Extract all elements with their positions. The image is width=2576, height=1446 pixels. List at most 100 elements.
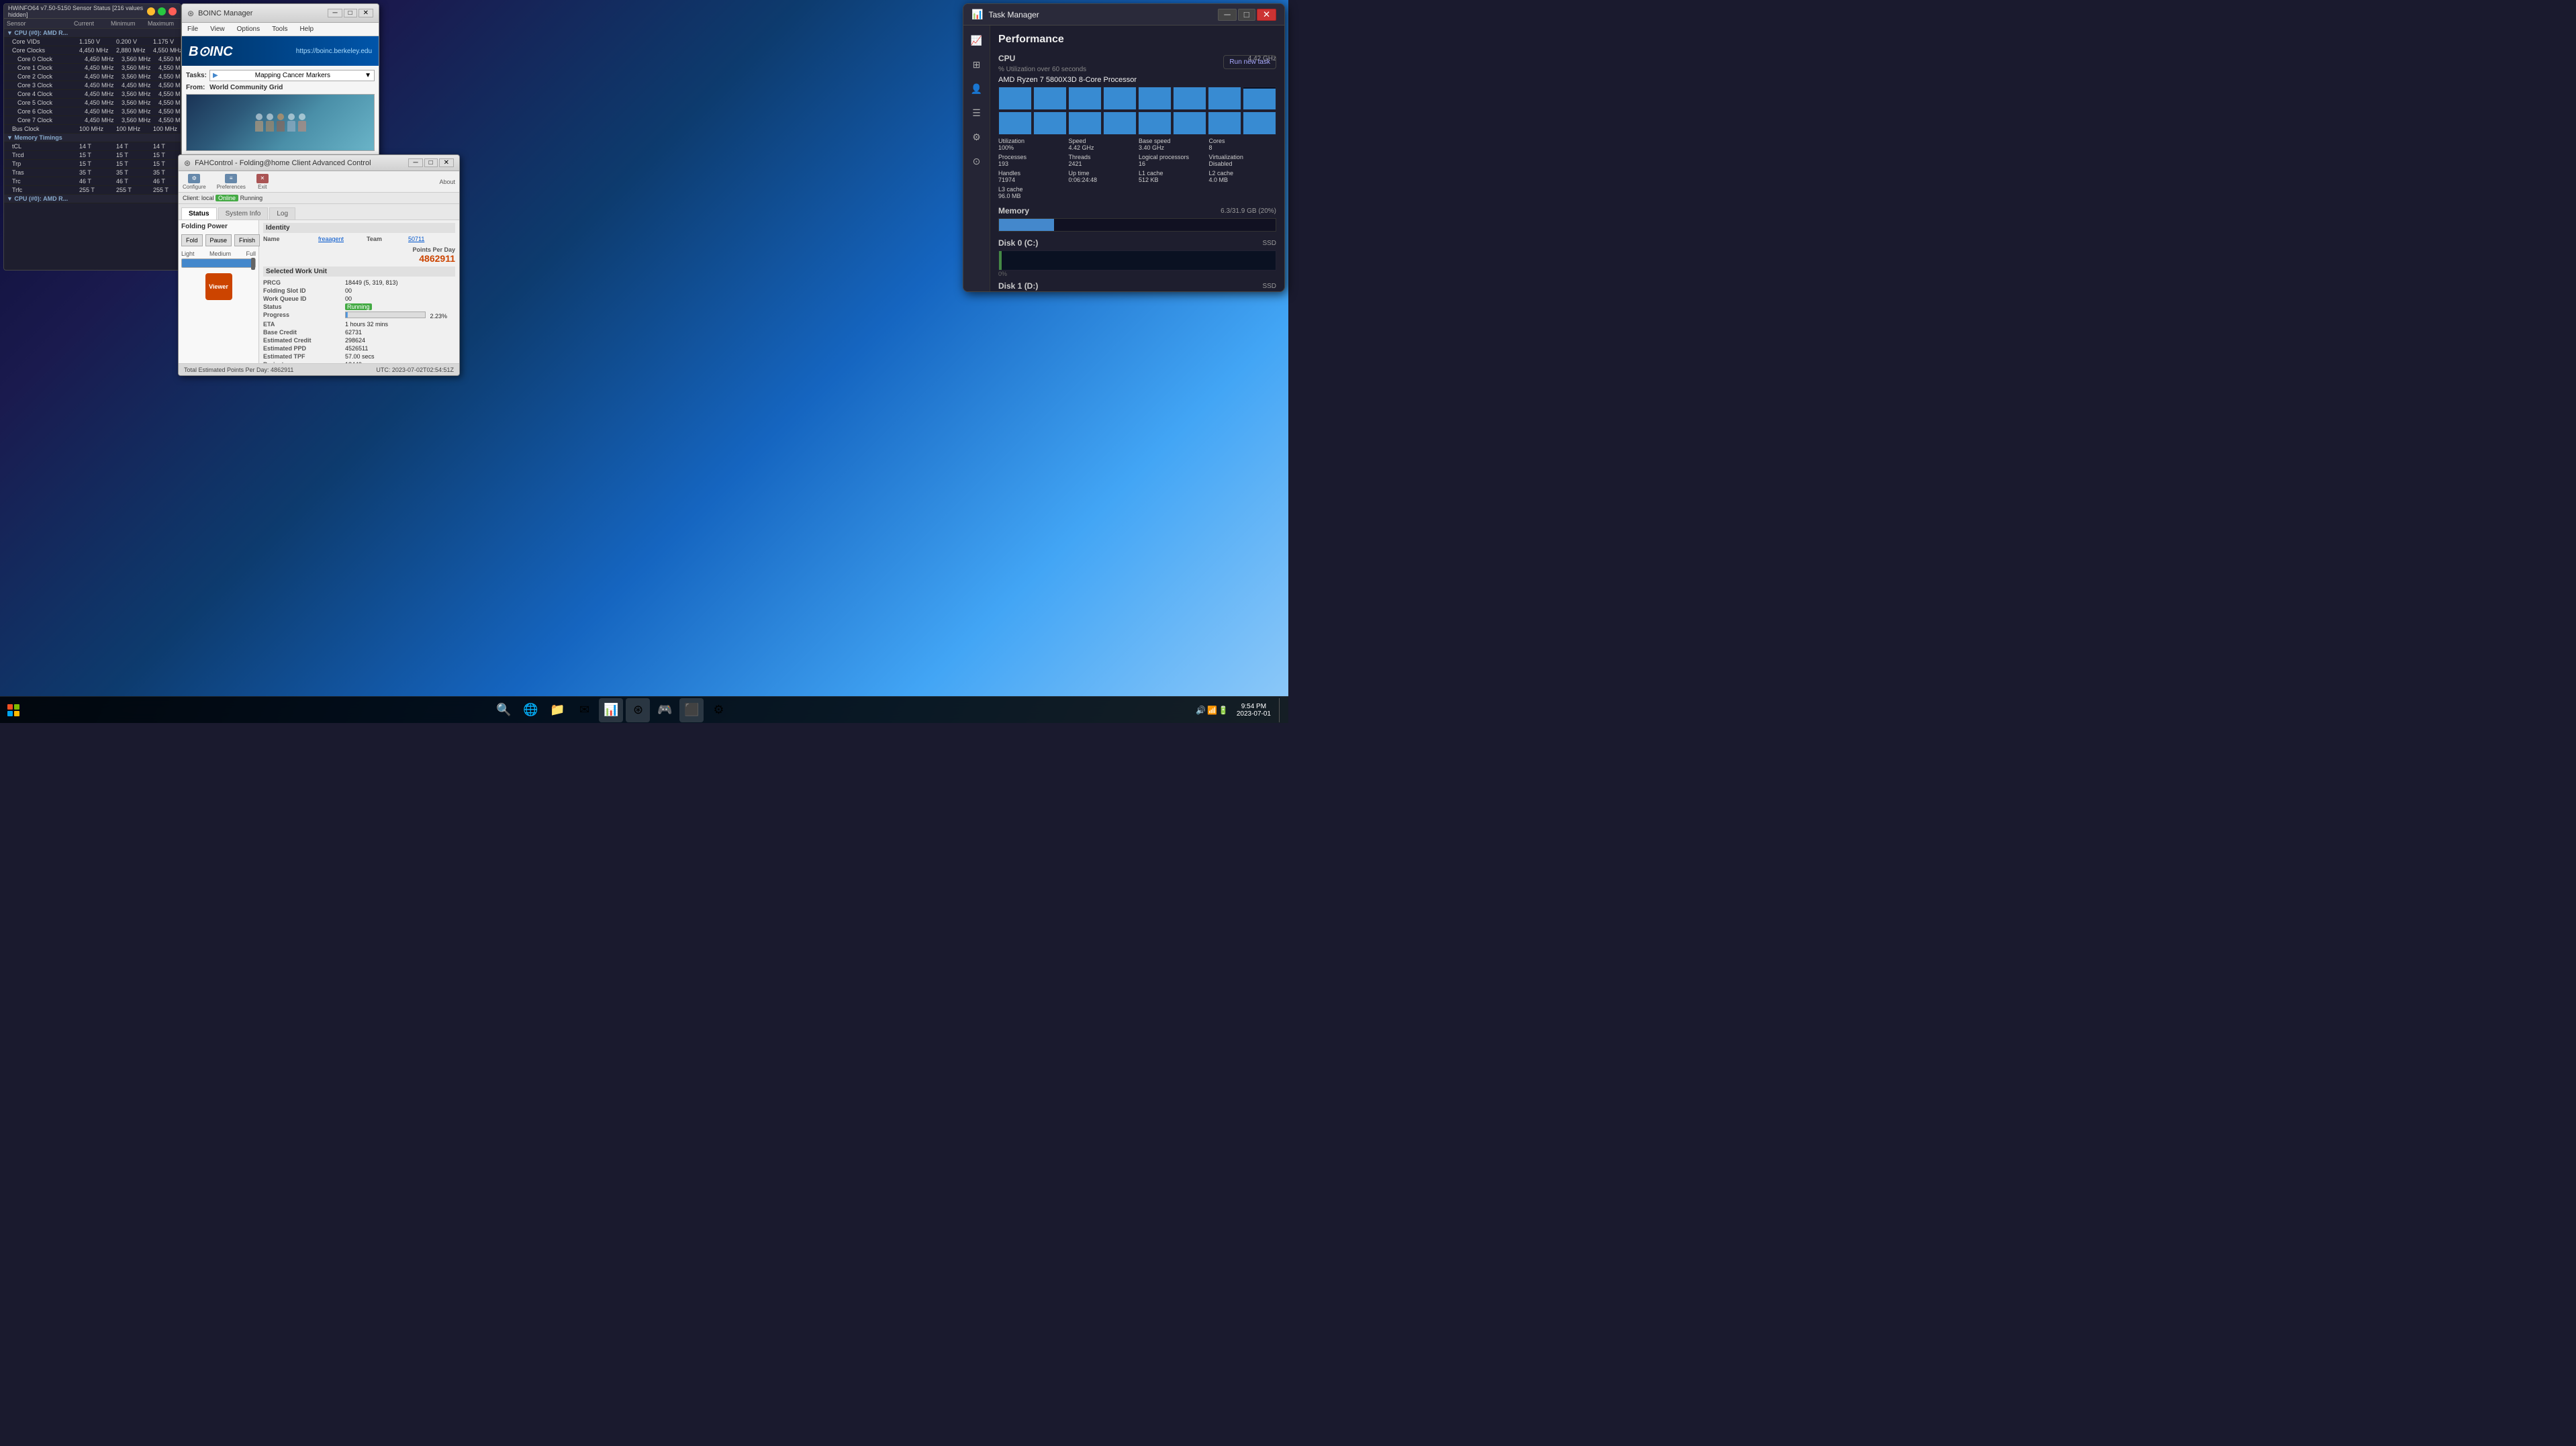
tm-icon-services[interactable]: ⚙ — [967, 128, 986, 146]
col-minimum: Minimum — [111, 20, 148, 27]
work-queue-value: 00 — [345, 295, 455, 302]
taskbar-settings-btn[interactable]: ⚙ — [706, 698, 730, 722]
taskmgr-maximize-btn[interactable]: □ — [1238, 9, 1255, 21]
disk0-label: Disk 0 (C:) — [998, 238, 1038, 248]
power-slider[interactable] — [181, 258, 256, 268]
taskbar-mail-btn[interactable]: ✉ — [572, 698, 596, 722]
taskbar-files-btn[interactable]: 📁 — [545, 698, 569, 722]
taskmgr-sidebar: 📈 ⊞ 👤 ☰ ⚙ ⊙ — [963, 26, 990, 291]
fah-client-info: Client: local — [183, 195, 216, 201]
task-dropdown[interactable]: ▶ Mapping Cancer Markers ▼ — [209, 70, 375, 81]
memory-bar — [998, 218, 1276, 232]
tray-icon-3[interactable]: 🔋 — [1219, 706, 1229, 715]
fah-preferences-btn[interactable]: ≡ Preferences — [217, 174, 246, 190]
taskbar-browser-btn[interactable]: 🌐 — [518, 698, 542, 722]
cpu-perf-item: CPU 4.42 GHz % Utilization over 60 secon… — [998, 54, 1276, 199]
boinc-menu-file[interactable]: File — [185, 26, 201, 33]
fah-title: FAHControl - Folding@home Client Advance… — [195, 159, 371, 167]
fah-points-status: Total Estimated Points Per Day: 4862911 — [184, 367, 293, 373]
power-slider-labels: Light Medium Full — [181, 250, 256, 257]
core2-clock-row: Core 2 Clock 4,450 MHz3,560 MHz4,550 MHz — [4, 73, 181, 81]
cpu-name: AMD Ryzen 7 5800X3D 8-Core Processor — [998, 76, 1276, 84]
fah-window: ⊛ FAHControl - Folding@home Client Advan… — [178, 154, 460, 376]
hwinfo-window: HWiNFO64 v7.50-5150 Sensor Status [216 v… — [3, 3, 181, 271]
hwinfo-maximize-btn[interactable] — [158, 7, 166, 15]
fah-titlebar[interactable]: ⊛ FAHControl - Folding@home Client Advan… — [179, 155, 459, 171]
hwinfo-titlebar[interactable]: HWiNFO64 v7.50-5150 Sensor Status [216 v… — [4, 4, 181, 19]
wu-status-label: Status — [263, 303, 344, 310]
tm-icon-users[interactable]: 👤 — [967, 79, 986, 98]
boinc-minimize-btn[interactable]: ─ — [328, 9, 342, 17]
fah-tab-log[interactable]: Log — [269, 207, 295, 220]
work-queue-label: Work Queue ID — [263, 295, 344, 302]
fold-btn[interactable]: Fold — [181, 234, 203, 246]
fah-maximize-btn[interactable]: □ — [424, 158, 438, 167]
fah-tab-system-info[interactable]: System Info — [218, 207, 269, 220]
boinc-close-btn[interactable]: ✕ — [359, 9, 373, 17]
hwinfo-minimize-btn[interactable] — [147, 7, 155, 15]
boinc-menu-view[interactable]: View — [207, 26, 228, 33]
tray-icon-2[interactable]: 📶 — [1207, 706, 1217, 715]
power-slider-handle[interactable] — [251, 258, 255, 270]
tm-icon-apps[interactable]: ⊞ — [967, 55, 986, 74]
boinc-menubar: File View Options Tools Help — [182, 23, 379, 36]
boinc-menu-help[interactable]: Help — [297, 26, 316, 33]
bus-clock-row: Bus Clock 100 MHz100 MHz100 MHz — [4, 125, 181, 134]
finish-btn[interactable]: Finish — [234, 234, 260, 246]
taskbar-hwinfo-btn[interactable]: 📊 — [599, 698, 623, 722]
tm-icon-settings[interactable]: ⊙ — [967, 152, 986, 171]
cpu-handles-detail: Handles71974 — [998, 170, 1066, 183]
taskbar[interactable]: 🔍 🌐 📁 ✉ 📊 ⊛ 🎮 ⬛ ⚙ 🔊 📶 🔋 9:54 PM 2023-07-… — [0, 696, 1288, 723]
est-credit-value: 298624 — [345, 337, 455, 344]
fah-close-btn[interactable]: ✕ — [439, 158, 454, 167]
tray-icon-1[interactable]: 🔊 — [1196, 706, 1206, 715]
taskmgr-minimize-btn[interactable]: ─ — [1218, 9, 1236, 21]
taskbar-boinc-btn[interactable]: ⊛ — [626, 698, 650, 722]
fah-utc-status: UTC: 2023-07-02T02:54:51Z — [376, 367, 454, 373]
team-value[interactable]: 50711 — [408, 236, 455, 242]
tm-icon-details[interactable]: ☰ — [967, 103, 986, 122]
light-label: Light — [181, 250, 195, 257]
start-button[interactable] — [0, 697, 27, 724]
cpu-cores-detail: Cores8 — [1209, 138, 1277, 151]
taskbar-taskmgr-btn[interactable]: ⬛ — [679, 698, 704, 722]
eta-value: 1 hours 32 mins — [345, 321, 455, 328]
taskbar-center: 🔍 🌐 📁 ✉ 📊 ⊛ 🎮 ⬛ ⚙ — [27, 698, 1196, 722]
show-desktop-btn[interactable] — [1279, 698, 1283, 722]
pause-btn[interactable]: Pause — [205, 234, 232, 246]
people-silhouette — [255, 113, 306, 132]
fah-about-label[interactable]: About — [439, 179, 455, 185]
taskmgr-titlebar[interactable]: 📊 Task Manager ─ □ ✕ — [963, 4, 1284, 26]
col-maximum: Maximum — [148, 20, 181, 27]
system-tray: 🔊 📶 🔋 — [1196, 706, 1229, 715]
run-new-task-btn[interactable]: Run new task — [1223, 55, 1276, 69]
boinc-title: BOINC Manager — [198, 9, 252, 17]
disk0-type: SSD — [1262, 240, 1276, 247]
preferences-label: Preferences — [217, 184, 246, 190]
name-value[interactable]: freaagent — [318, 236, 365, 242]
boinc-maximize-btn[interactable]: □ — [344, 9, 357, 17]
viewer-btn[interactable]: Viewer — [205, 273, 232, 300]
desktop: HWiNFO64 v7.50-5150 Sensor Status [216 v… — [0, 0, 1288, 723]
hwinfo-close-btn[interactable] — [169, 7, 177, 15]
cpu-virt-detail: VirtualizationDisabled — [1209, 154, 1277, 167]
clock-time: 9:54 PM — [1241, 703, 1266, 710]
cpu-l3-detail: L3 cache96.0 MB — [998, 186, 1136, 199]
fah-exit-btn[interactable]: ✕ Exit — [256, 174, 269, 190]
clock[interactable]: 9:54 PM 2023-07-01 — [1231, 703, 1276, 718]
taskbar-search-btn[interactable]: 🔍 — [491, 698, 516, 722]
taskbar-right: 🔊 📶 🔋 9:54 PM 2023-07-01 — [1196, 698, 1288, 722]
core5-clock-row: Core 5 Clock 4,450 MHz3,560 MHz4,550 MHz — [4, 99, 181, 107]
boinc-menu-options[interactable]: Options — [234, 26, 263, 33]
taskbar-steam-btn[interactable]: 🎮 — [653, 698, 677, 722]
taskmgr-close-btn[interactable]: ✕ — [1257, 9, 1276, 21]
boinc-menu-tools[interactable]: Tools — [269, 26, 290, 33]
fah-configure-btn[interactable]: ⚙ Configure — [183, 174, 206, 190]
fah-tab-status[interactable]: Status — [181, 207, 217, 220]
disks-section: Disk 0 (C:) SSD 0% Disk 1 (D:) SSD — [998, 238, 1276, 291]
fold-controls: Fold Pause Finish — [181, 234, 256, 246]
boinc-titlebar[interactable]: ⊛ BOINC Manager ─ □ ✕ — [182, 4, 379, 23]
boinc-project-image — [186, 94, 375, 151]
tm-icon-performance[interactable]: 📈 — [967, 31, 986, 50]
fah-minimize-btn[interactable]: ─ — [408, 158, 422, 167]
